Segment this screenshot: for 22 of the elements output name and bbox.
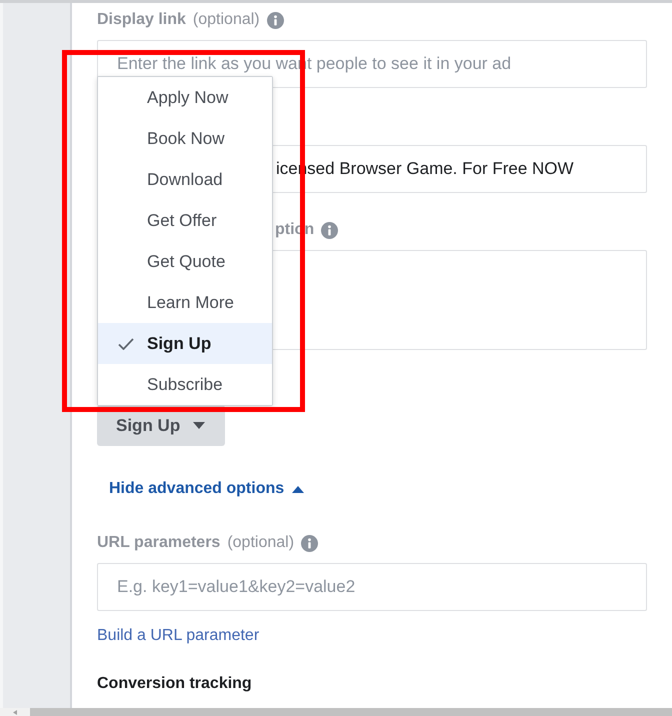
optional-hint: (optional) bbox=[192, 10, 260, 30]
optional-hint: (optional) bbox=[227, 533, 294, 553]
menu-option[interactable]: Sign Up bbox=[98, 323, 272, 364]
info-icon[interactable] bbox=[301, 534, 318, 552]
check-icon bbox=[118, 338, 134, 350]
scroll-left-icon[interactable] bbox=[13, 710, 17, 714]
menu-option[interactable]: Get Offer bbox=[98, 200, 272, 241]
caret-down-icon bbox=[193, 422, 206, 429]
build-url-link[interactable]: Build a URL parameter bbox=[97, 626, 260, 646]
text-input[interactable]: E.g. key1=value1&key2=value2 bbox=[97, 563, 647, 611]
advanced-options-toggle[interactable]: Hide advanced options bbox=[109, 479, 304, 499]
menu-option[interactable]: Get Quote bbox=[98, 241, 272, 282]
info-icon[interactable] bbox=[266, 12, 284, 28]
field-label: URL parameters bbox=[97, 533, 220, 553]
menu-option[interactable]: Learn More bbox=[98, 282, 272, 323]
menu-option[interactable]: Subscribe bbox=[98, 364, 272, 405]
field-label: Display link bbox=[97, 10, 186, 30]
menu-option[interactable]: Book Now bbox=[98, 118, 272, 159]
menu-option[interactable]: Apply Now bbox=[98, 77, 272, 118]
section-heading: Conversion tracking bbox=[97, 674, 253, 694]
menu-option[interactable]: Download bbox=[98, 159, 272, 200]
info-icon[interactable] bbox=[321, 222, 338, 238]
